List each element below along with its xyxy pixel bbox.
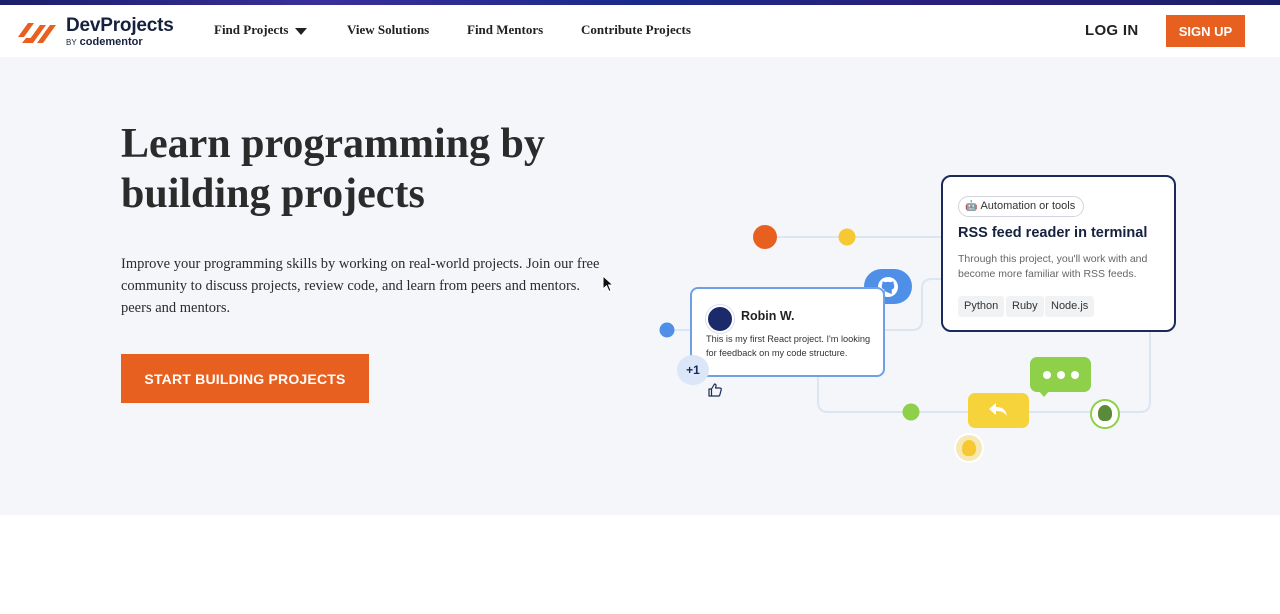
avatar-icon <box>1090 399 1120 429</box>
nav-contribute-projects[interactable]: Contribute Projects <box>581 22 691 38</box>
logo-subtitle: BY codementor <box>66 36 143 48</box>
nav-find-projects[interactable]: Find Projects <box>214 22 307 38</box>
project-title: RSS feed reader in terminal <box>958 225 1148 241</box>
comment-card[interactable]: Robin W. This is my first React project.… <box>690 287 885 377</box>
tech-chip-nodejs: Node.js <box>1045 296 1095 317</box>
hero-subtext: Improve your programming skills by worki… <box>121 256 600 316</box>
blue-dot <box>659 322 675 338</box>
robot-icon: 🤖 <box>965 201 978 212</box>
caret-down-icon <box>294 27 307 35</box>
category-tag-label: Automation or tools <box>980 200 1076 212</box>
top-navigation: DevProjects BY codementor Find Projects V… <box>0 5 1280 57</box>
nav-find-mentors[interactable]: Find Mentors <box>467 22 543 38</box>
reply-icon <box>989 403 1007 416</box>
thumbs-up-icon[interactable] <box>707 382 723 398</box>
hero-section: Learn programming by building projects I… <box>0 57 1280 515</box>
hero-headline: Learn programming by building projects <box>121 121 545 217</box>
project-card[interactable]: 🤖 Automation or tools RSS feed reader in … <box>941 175 1176 332</box>
signup-button[interactable]: SIGN UP <box>1166 15 1245 47</box>
nav-view-solutions[interactable]: View Solutions <box>347 22 429 38</box>
avatar-icon <box>706 305 734 333</box>
logo-by: BY <box>66 38 77 47</box>
login-link[interactable]: LOG IN <box>1085 22 1138 39</box>
logo-title: DevProjects <box>66 15 174 36</box>
category-tag: 🤖 Automation or tools <box>958 196 1085 217</box>
devprojects-logo[interactable]: DevProjects BY codementor <box>18 15 178 51</box>
nav-find-projects-label: Find Projects <box>214 22 289 37</box>
green-dot <box>902 403 920 421</box>
chat-bubble-icon <box>1030 357 1091 397</box>
logo-sub-name: codementor <box>79 36 143 48</box>
comment-text: This is my first React project. I'm look… <box>706 334 871 358</box>
commenter-name: Robin W. <box>741 309 795 323</box>
tech-chip-python: Python <box>958 296 1005 317</box>
project-description: Through this project, you'll work with a… <box>958 253 1148 280</box>
logo-mark-icon <box>18 23 56 43</box>
start-building-button[interactable]: START BUILDING PROJECTS <box>121 354 369 403</box>
plus-one-badge: +1 <box>677 355 709 385</box>
reply-bubble <box>968 393 1029 428</box>
mouse-cursor-icon <box>602 275 614 293</box>
yellow-dot <box>838 228 856 246</box>
hero-illustration: 🤖 Automation or tools RSS feed reader in … <box>650 114 1210 474</box>
avatar-icon <box>954 433 984 463</box>
orange-dot <box>753 225 777 249</box>
tech-chip-ruby: Ruby <box>1006 296 1044 317</box>
